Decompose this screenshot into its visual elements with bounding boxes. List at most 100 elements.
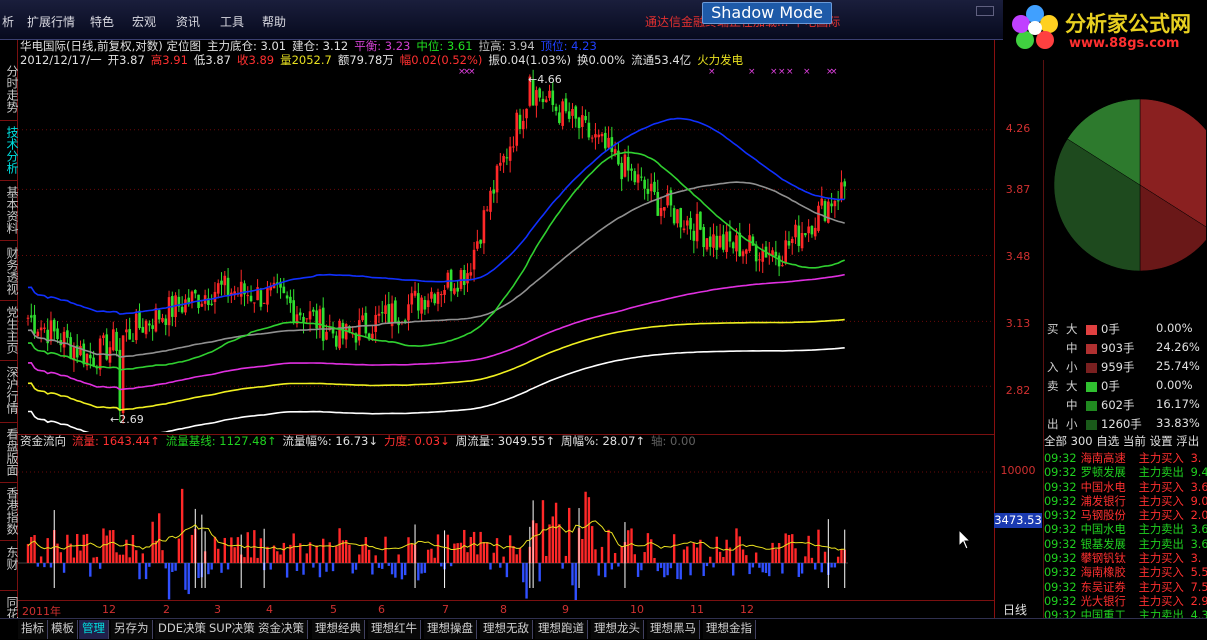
flow-bar-out: [499, 563, 502, 568]
y-tick-label: 2.82: [1005, 384, 1031, 397]
bottom-tab[interactable]: 理想黑马: [647, 620, 700, 639]
candle-body: [512, 146, 515, 148]
flow-bar-out: [663, 563, 666, 578]
flow-bar-out: [833, 563, 837, 568]
trade-row[interactable]: 09:32 攀钢钒钛 主力买入 3.: [1044, 552, 1207, 566]
trade-row[interactable]: 09:32 光大银行 主力买入 2.9: [1044, 595, 1207, 609]
candle-body: [607, 137, 610, 148]
trade-row[interactable]: 09:32 马钢股份 主力买入 2.0: [1044, 509, 1207, 523]
tab-eastmoney[interactable]: 东财: [0, 546, 19, 570]
menu-help[interactable]: 帮助: [262, 13, 286, 30]
trade-row[interactable]: 09:32 中国水电 主力卖出 3.6: [1044, 523, 1207, 537]
flow-bar-in: [653, 557, 656, 563]
candle-body: [574, 106, 578, 119]
tab-technical[interactable]: 技术分析: [0, 126, 19, 174]
period-label[interactable]: 日线: [1003, 601, 1027, 618]
flow-bar-in: [430, 548, 433, 563]
flow-bar-out: [164, 563, 167, 569]
menu-news[interactable]: 资讯: [176, 13, 200, 30]
bottom-tab[interactable]: 另存为: [111, 620, 153, 639]
bottom-tab[interactable]: 理想操盘: [424, 620, 477, 639]
candle-body: [649, 183, 653, 192]
trade-row[interactable]: 09:32 海南高速 主力买入 3.: [1044, 452, 1207, 466]
candle-body: [787, 241, 791, 246]
flow-bar-out: [377, 563, 381, 568]
flow-bar-out: [732, 563, 735, 576]
bottom-tab[interactable]: 理想龙头: [591, 620, 644, 639]
bottom-tab[interactable]: 指标: [18, 620, 48, 639]
trade-row[interactable]: 09:32 海南橡胶 主力买入 5.5: [1044, 566, 1207, 580]
flow-bar-out: [781, 563, 784, 574]
flow-bar-in: [46, 538, 49, 563]
flow-bar-in: [112, 529, 115, 563]
tab-homepage[interactable]: 党生主页: [0, 306, 19, 354]
tab-market[interactable]: 深沪行情: [0, 366, 19, 414]
trade-row[interactable]: 09:32 银基发展 主力卖出 3.6: [1044, 538, 1207, 552]
flow-bar-out: [62, 563, 66, 573]
tab-intraday[interactable]: 分时走势: [0, 65, 19, 113]
bottom-tab[interactable]: 理想经典: [312, 620, 365, 639]
tab-layout[interactable]: 看盘版面: [0, 428, 19, 476]
trade-row[interactable]: 09:32 东吴证券 主力买入 7.5: [1044, 581, 1207, 595]
candle-body: [581, 115, 584, 127]
flow-bar-in: [131, 534, 135, 563]
flow-bar-in: [213, 536, 217, 563]
bottom-tab[interactable]: 资金决策: [255, 620, 308, 639]
bottom-tab[interactable]: 模板: [48, 620, 78, 639]
trade-time: 09:32: [1044, 580, 1077, 594]
menu-featured[interactable]: 特色: [90, 13, 114, 30]
candle-body: [111, 329, 115, 351]
flow-row: 入小 959手 25.74%: [1044, 359, 1207, 378]
signal-marker: ×: [708, 67, 716, 77]
bottom-tab[interactable]: 理想跑道: [535, 620, 588, 639]
trade-action: 主力买入: [1138, 566, 1184, 580]
flow-bar-out: [597, 563, 600, 576]
candlestick-chart[interactable]: ××× × × × × × × ××←4.66←2.69: [18, 62, 994, 432]
flow-bar-in: [322, 538, 325, 563]
candle-body: [190, 291, 194, 303]
tab-fundamentals[interactable]: 基本资料: [0, 186, 19, 234]
tab-tonghuashun[interactable]: 同花: [0, 596, 19, 620]
candle-body: [774, 251, 778, 257]
trade-action: 主力买入: [1138, 494, 1184, 508]
tab-financials[interactable]: 财务透视: [0, 247, 19, 295]
bottom-tab[interactable]: 理想无敌: [480, 620, 533, 639]
bottom-tab[interactable]: 理想金指: [703, 620, 756, 639]
flow-bar-out: [758, 563, 761, 568]
menu-extended-quotes[interactable]: 扩展行情: [27, 13, 75, 30]
flow-bar-in: [745, 555, 748, 563]
trade-row[interactable]: 09:32 浦发银行 主力买入 9.0: [1044, 495, 1207, 509]
flow-bar-in: [548, 524, 551, 563]
flow-bar-in: [607, 529, 610, 563]
menu-tools[interactable]: 工具: [220, 13, 244, 30]
bottom-tab[interactable]: 理想红牛: [368, 620, 421, 639]
candle-body: [364, 312, 368, 334]
candle-body: [289, 296, 292, 304]
candle-body: [479, 239, 482, 244]
restore-icon[interactable]: [976, 6, 994, 16]
tab-hk-index[interactable]: 香港指数: [0, 487, 19, 535]
trade-filter-tabs[interactable]: 全部 300 自选 当前 设置 浮出: [1044, 433, 1207, 449]
x-tick-label: 9: [562, 603, 569, 616]
signal-marker: ×: [803, 67, 811, 77]
shadow-mode-badge[interactable]: Shadow Mode: [702, 2, 832, 24]
fund-flow-chart[interactable]: [18, 434, 994, 600]
flow-bar-in: [718, 551, 722, 563]
trade-row[interactable]: 09:32 罗顿发展 主力卖出 9.4: [1044, 466, 1207, 480]
trade-stock: 光大银行: [1080, 594, 1126, 608]
flow-bar-in: [348, 544, 351, 563]
candle-body: [115, 331, 118, 351]
trade-action: 主力买入: [1138, 452, 1184, 465]
trade-stock: 中国水电: [1080, 523, 1126, 537]
flow-color-swatch: [1086, 382, 1097, 392]
bottom-tab[interactable]: DDE决策: [155, 620, 210, 639]
candle-body: [180, 306, 184, 313]
menu-analysis[interactable]: 析: [2, 13, 14, 30]
trade-row[interactable]: 09:32 中国水电 主力买入 3.6: [1044, 481, 1207, 495]
menu-macro[interactable]: 宏观: [132, 13, 156, 30]
flow-bar-in: [308, 542, 312, 563]
flow-volume: 0手: [1101, 322, 1120, 336]
flow-bar-in: [161, 550, 164, 563]
bottom-tab[interactable]: 管理: [79, 620, 109, 639]
bottom-tab[interactable]: SUP决策: [206, 620, 259, 639]
